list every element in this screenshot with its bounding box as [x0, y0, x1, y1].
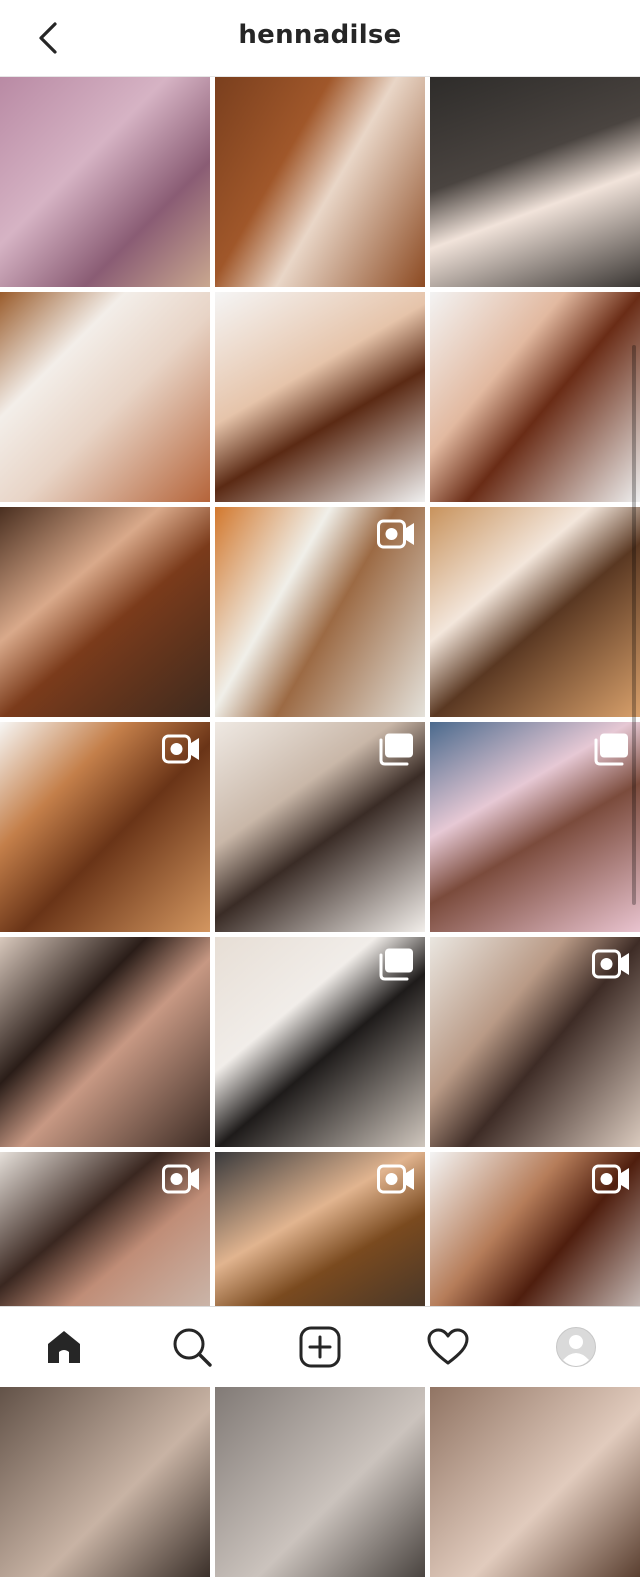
- post-partial-1[interactable]: [0, 1367, 210, 1577]
- reel-video-icon: [592, 947, 630, 981]
- nav-activity-button[interactable]: [418, 1317, 478, 1377]
- post-henna-arms-paper[interactable]: [0, 292, 210, 502]
- post-bedroom-play[interactable]: [215, 937, 425, 1147]
- nav-create-button[interactable]: [290, 1317, 350, 1377]
- reel-video-icon: [377, 1162, 415, 1196]
- search-icon: [173, 1328, 212, 1367]
- nav-home-button[interactable]: [34, 1317, 94, 1377]
- post-bridal-portrait[interactable]: [0, 77, 210, 287]
- carousel-icon: [377, 947, 415, 981]
- carousel-icon: [377, 732, 415, 766]
- avatar-icon: [556, 1327, 596, 1367]
- reel-video-icon: [162, 732, 200, 766]
- post-baby-video[interactable]: [430, 937, 640, 1147]
- heart-icon: [427, 1328, 469, 1365]
- reel-video-icon: [592, 1162, 630, 1196]
- post-henna-hands-crossed[interactable]: [430, 507, 640, 717]
- post-henna-hand-wood[interactable]: [215, 77, 425, 287]
- post-henna-application-video[interactable]: [0, 722, 210, 932]
- post-selfie-portrait[interactable]: [0, 937, 210, 1147]
- post-mother-daughter[interactable]: [430, 722, 640, 932]
- home-icon: [48, 1331, 80, 1363]
- nav-search-button[interactable]: [162, 1317, 222, 1377]
- post-family-portrait[interactable]: [215, 722, 425, 932]
- profile-username-title: hennadilse: [238, 20, 402, 50]
- carousel-icon: [592, 732, 630, 766]
- reel-video-icon: [162, 1162, 200, 1196]
- post-partial-2[interactable]: [215, 1367, 425, 1577]
- scrollbar[interactable]: [632, 345, 636, 905]
- post-henna-hands-lattice[interactable]: [215, 292, 425, 502]
- add-post-icon: [299, 1326, 341, 1368]
- bottom-navigation: [0, 1306, 640, 1387]
- top-bar: hennadilse: [0, 0, 640, 77]
- post-henna-arm-video[interactable]: [215, 507, 425, 717]
- post-henna-palms-wood[interactable]: [0, 507, 210, 717]
- post-henna-hands-floral[interactable]: [430, 292, 640, 502]
- nav-profile-button[interactable]: [546, 1317, 606, 1377]
- reel-video-icon: [377, 517, 415, 551]
- post-henna-hand-dark[interactable]: [430, 77, 640, 287]
- post-partial-3[interactable]: [430, 1367, 640, 1577]
